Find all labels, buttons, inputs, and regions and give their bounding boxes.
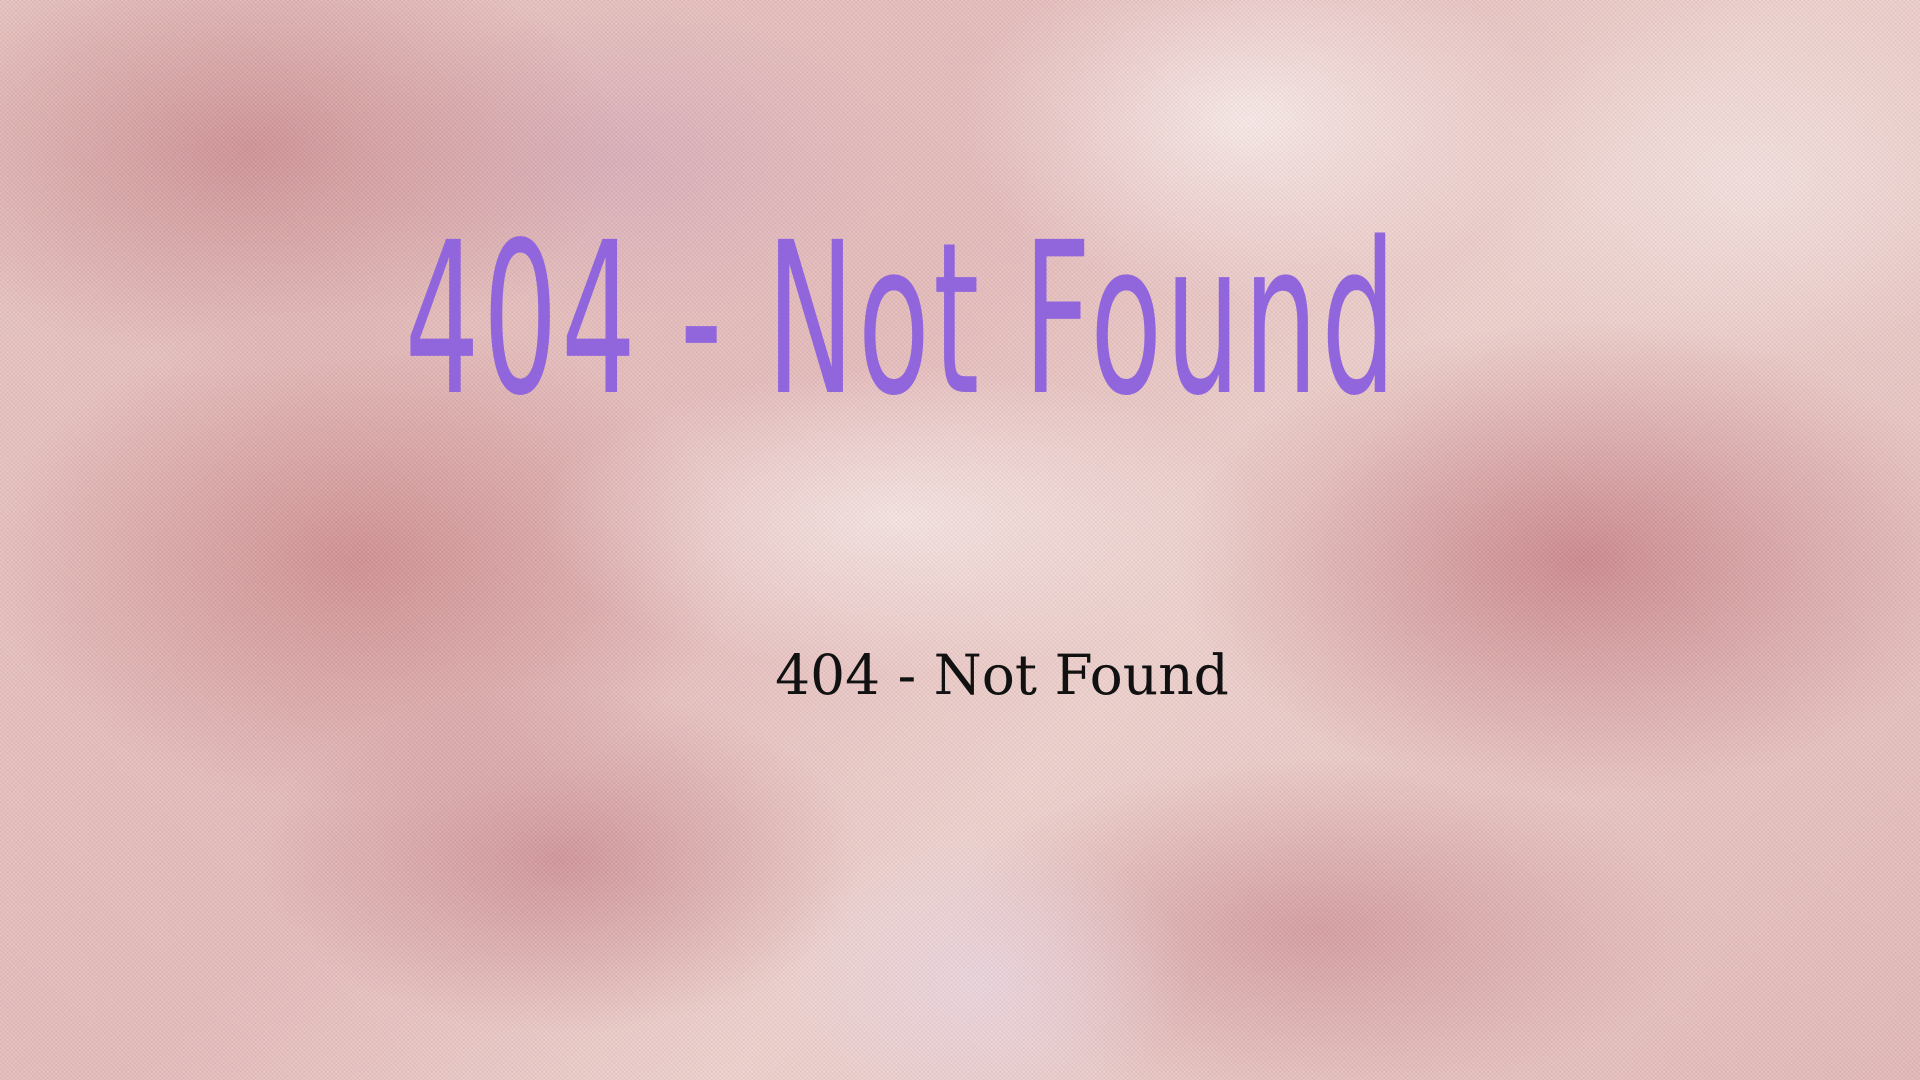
error-message: 404 - Not Found [775,643,1229,707]
watercolor-background [0,0,1920,1080]
error-headline: 404 - Not Found [404,197,1400,442]
